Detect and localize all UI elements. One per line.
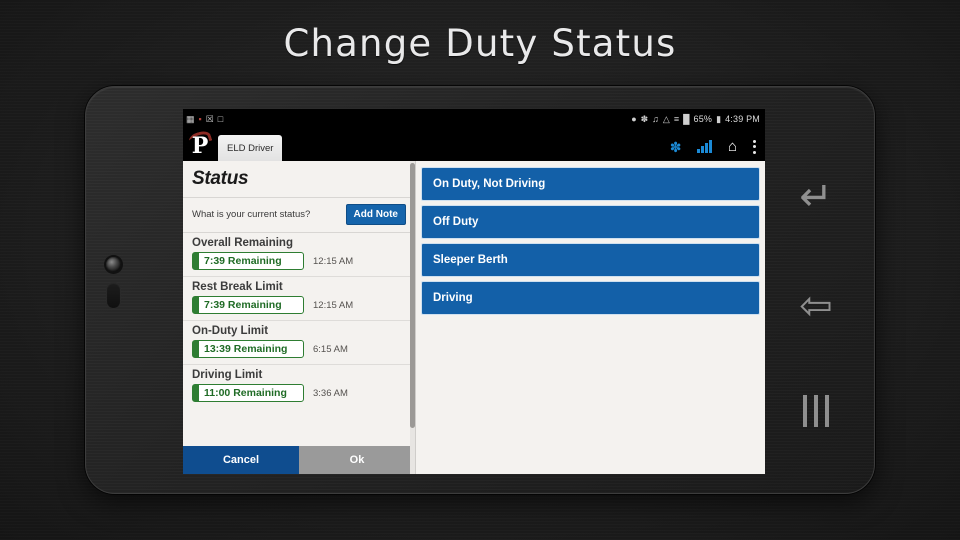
- signal-icon[interactable]: [697, 140, 712, 153]
- duty-option-on-duty-not-driving[interactable]: On Duty, Not Driving: [421, 167, 760, 201]
- status-panel: Status What is your current status? Add …: [183, 161, 416, 474]
- limit-values: 7:39 Remaining 12:15 AM: [192, 252, 406, 270]
- limit-values: 13:39 Remaining 6:15 AM: [192, 340, 406, 358]
- list-item: Driving Limit 11:00 Remaining 3:36 AM: [183, 364, 415, 408]
- recent-apps-icon[interactable]: [803, 395, 829, 428]
- android-navigation-bar: ↵ ⇦: [781, 142, 851, 462]
- limit-title: Overall Remaining: [192, 237, 293, 249]
- duty-option-off-duty[interactable]: Off Duty: [421, 205, 760, 239]
- nfc-icon: ≡: [673, 113, 680, 124]
- limit-title: On-Duty Limit: [192, 325, 269, 337]
- overflow-menu-icon[interactable]: [753, 139, 756, 154]
- p-logo-icon: P: [185, 128, 215, 161]
- location-icon: ●: [631, 113, 637, 124]
- mute-icon: ♫: [652, 113, 659, 124]
- page-title: Change Duty Status: [283, 22, 677, 65]
- limit-time: 6:15 AM: [313, 343, 348, 355]
- device-side-button[interactable]: [107, 283, 120, 308]
- limit-time: 3:36 AM: [313, 387, 348, 399]
- wifi-icon: △: [662, 113, 670, 124]
- cancel-button[interactable]: Cancel: [183, 446, 299, 474]
- status-bar-system-icons: ● ✽ ♫ △ ≡ █ 65% ▮ 4:39 PM: [631, 114, 760, 124]
- logo-letter: P: [191, 133, 209, 159]
- ok-button[interactable]: Ok: [299, 446, 415, 474]
- signal-icon: █: [683, 113, 690, 124]
- bluetooth-icon[interactable]: ✽: [670, 140, 682, 154]
- tablet-device: ▦ ▪ ☒ □ ● ✽ ♫ △ ≡ █ 65% ▮ 4:39 PM P ELD …: [85, 86, 875, 494]
- duty-options-panel: On Duty, Not Driving Off Duty Sleeper Be…: [416, 161, 765, 474]
- status-panel-header: Status: [183, 161, 415, 198]
- app-bar-actions: ✽ ⌂: [670, 139, 765, 161]
- mail-icon: ☒: [205, 113, 214, 124]
- limit-title: Driving Limit: [192, 369, 263, 381]
- home-icon[interactable]: ⌂: [728, 139, 737, 154]
- status-question: What is your current status?: [192, 209, 311, 220]
- limit-title: Rest Break Limit: [192, 281, 283, 293]
- limit-time: 12:15 AM: [313, 299, 354, 311]
- undo-icon[interactable]: ↵: [799, 177, 833, 217]
- app-content: Status What is your current status? Add …: [183, 161, 765, 474]
- tab-eld-driver[interactable]: ELD Driver: [218, 135, 283, 161]
- front-camera-icon: [106, 257, 121, 272]
- vertical-scrollbar[interactable]: [410, 161, 415, 474]
- battery-icon: ▮: [716, 113, 722, 124]
- chart-icon: ▦: [186, 113, 195, 124]
- app-bar: P ELD Driver ✽ ⌂: [183, 128, 765, 161]
- list-item: Rest Break Limit 7:39 Remaining 12:15 AM: [183, 276, 415, 320]
- device-screen: ▦ ▪ ☒ □ ● ✽ ♫ △ ≡ █ 65% ▮ 4:39 PM P ELD …: [183, 109, 765, 474]
- message-icon: ▪: [198, 113, 202, 124]
- list-item: Overall Remaining 7:39 Remaining 12:15 A…: [183, 232, 415, 276]
- battery-level: 65%: [693, 114, 713, 124]
- status-panel-actions: Cancel Ok: [183, 446, 415, 474]
- clock: 4:39 PM: [725, 114, 760, 124]
- add-note-button[interactable]: Add Note: [345, 204, 406, 225]
- status-badge: 7:39 Remaining: [192, 252, 304, 270]
- status-badge: 13:39 Remaining: [192, 340, 304, 358]
- status-badge: 7:39 Remaining: [192, 296, 304, 314]
- back-icon[interactable]: ⇦: [799, 286, 833, 326]
- list-item: On-Duty Limit 13:39 Remaining 6:15 AM: [183, 320, 415, 364]
- bluetooth-icon: ✽: [640, 113, 649, 124]
- scrollbar-thumb[interactable]: [410, 163, 415, 428]
- status-badge: 11:00 Remaining: [192, 384, 304, 402]
- status-heading: Status: [192, 168, 249, 189]
- android-status-bar: ▦ ▪ ☒ □ ● ✽ ♫ △ ≡ █ 65% ▮ 4:39 PM: [183, 109, 765, 129]
- limit-values: 11:00 Remaining 3:36 AM: [192, 384, 406, 402]
- duty-option-driving[interactable]: Driving: [421, 281, 760, 315]
- status-prompt-row: What is your current status? Add Note: [183, 198, 415, 232]
- status-bar-notifications: ▦ ▪ ☒ □: [186, 113, 224, 124]
- limit-values: 7:39 Remaining 12:15 AM: [192, 296, 406, 314]
- square-icon: □: [217, 113, 224, 124]
- limits-list: Overall Remaining 7:39 Remaining 12:15 A…: [183, 232, 415, 446]
- duty-option-sleeper-berth[interactable]: Sleeper Berth: [421, 243, 760, 277]
- limit-time: 12:15 AM: [313, 255, 354, 267]
